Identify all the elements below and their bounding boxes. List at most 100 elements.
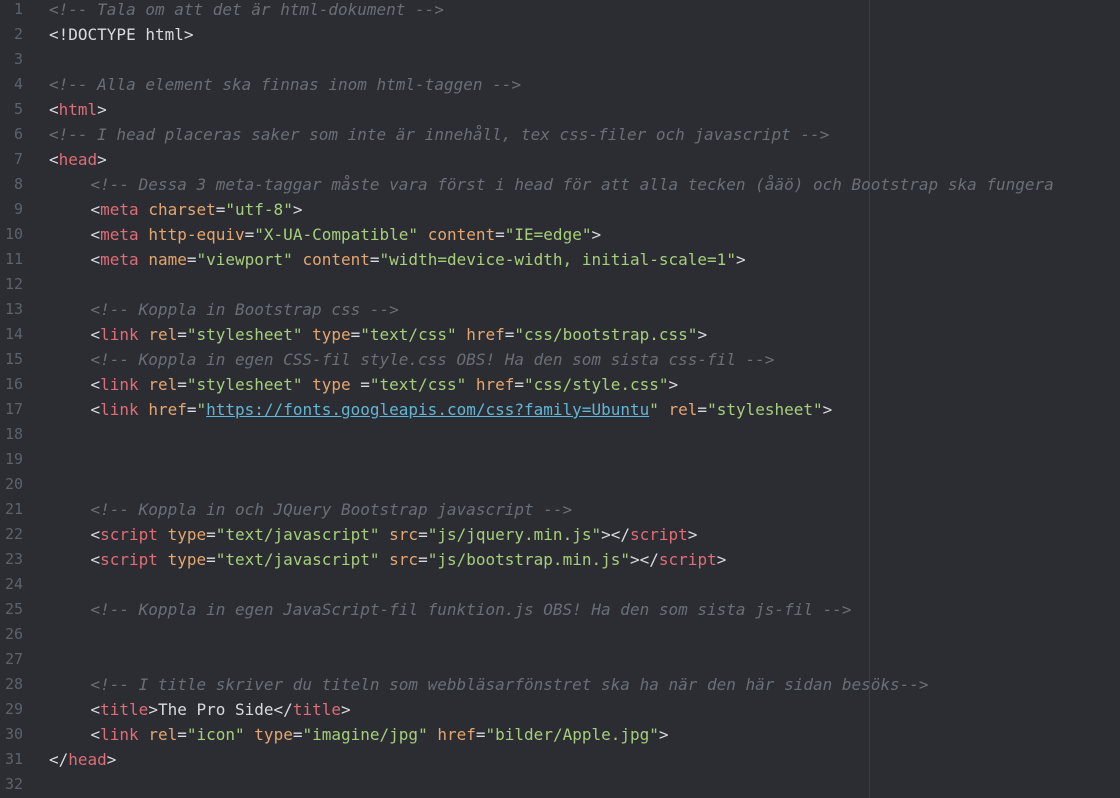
code-line[interactable]: 25 <!-- Koppla in egen JavaScript-fil fun… (0, 597, 1120, 622)
punctuation-token: = (697, 400, 708, 419)
code-line[interactable]: 4 <!-- Alla element ska finnas inom html-… (0, 72, 1120, 97)
punctuation-token: = (206, 525, 216, 544)
line-number: 12 (4, 275, 23, 293)
punctuation-token: > (716, 550, 727, 569)
attribute-token: type (167, 525, 207, 544)
text-token: <!DOCTYPE html> (49, 25, 194, 44)
code-line[interactable]: 6 <!-- I head placeras saker som inte är … (0, 122, 1120, 147)
code-line[interactable]: 23 <script type="text/javascript" src="js… (0, 547, 1120, 572)
code-line[interactable]: 1 <!-- Tala om att det är html-dokument -… (0, 0, 1120, 22)
code-line[interactable]: 2 <!DOCTYPE html> (0, 22, 1120, 47)
punctuation-token: < (90, 525, 101, 544)
attribute-token: href (148, 400, 187, 419)
punctuation-token: < (90, 250, 101, 269)
tag-name-token: script (100, 525, 158, 544)
string-token: "js/bootstrap.min.js" (427, 550, 630, 569)
punctuation-token (139, 725, 149, 744)
line-number: 28 (4, 675, 23, 693)
code-line[interactable]: 16 <link rel="stylesheet" type ="text/css… (0, 372, 1120, 397)
string-token: "viewport" (196, 250, 293, 269)
line-number: 17 (4, 400, 23, 418)
code-content: <head> (49, 147, 107, 172)
tag-name-token: title (100, 700, 149, 719)
code-content: <!-- Dessa 3 meta-taggar måste vara förs… (91, 172, 1054, 197)
code-line[interactable]: 13 <!-- Koppla in Bootstrap css --> (0, 297, 1120, 322)
code-content: <!-- Tala om att det är html-dokument --… (49, 0, 444, 22)
line-number: 3 (13, 50, 23, 68)
punctuation-token: < (90, 700, 101, 719)
line-number: 2 (13, 25, 23, 43)
code-line[interactable]: 32 (0, 772, 1120, 797)
punctuation-token (428, 725, 438, 744)
punctuation-token (302, 375, 312, 394)
code-line[interactable]: 27 (0, 647, 1120, 672)
string-token: "stylesheet" (186, 325, 303, 344)
code-line[interactable]: 28 <!-- I title skriver du titeln som web… (0, 672, 1120, 697)
punctuation-token: > (697, 325, 708, 344)
code-line[interactable]: 20 (0, 472, 1120, 497)
code-line[interactable]: 5 <html> (0, 97, 1120, 122)
line-number: 7 (13, 150, 23, 168)
line-number: 23 (4, 550, 23, 568)
code-line[interactable]: 31 </head> (0, 747, 1120, 772)
code-content: <!-- Koppla in och JQuery Bootstrap java… (91, 497, 573, 522)
code-line[interactable]: 12 (0, 272, 1120, 297)
punctuation-token (139, 225, 149, 244)
code-line[interactable]: 26 (0, 622, 1120, 647)
punctuation-token (139, 400, 149, 419)
code-content: <!-- I head placeras saker som inte är i… (49, 122, 829, 147)
code-line[interactable]: 21 <!-- Koppla in och JQuery Bootstrap ja… (0, 497, 1120, 522)
line-number: 5 (13, 100, 23, 118)
code-line[interactable]: 10 <meta http-equiv="X-UA-Compatible" con… (0, 222, 1120, 247)
attribute-token: http-equiv (148, 225, 245, 244)
code-line[interactable]: 30 <link rel="icon" type="imagine/jpg" hr… (0, 722, 1120, 747)
code-content: <html> (49, 97, 107, 122)
punctuation-token (293, 250, 303, 269)
code-content: </head> (49, 747, 116, 772)
code-line[interactable]: 19 (0, 447, 1120, 472)
code-content: <!-- Alla element ska finnas inom html-t… (49, 72, 521, 97)
code-line[interactable]: 7 <head> (0, 147, 1120, 172)
punctuation-token (466, 375, 476, 394)
punctuation-token (659, 400, 669, 419)
punctuation-token: < (90, 375, 101, 394)
punctuation-token: = (418, 550, 428, 569)
code-line[interactable]: 29 <title>The Pro Side</title> (0, 697, 1120, 722)
code-lines[interactable]: 1 <!-- Tala om att det är html-dokument -… (0, 0, 1120, 797)
line-number: 8 (13, 175, 23, 193)
line-number: 1 (13, 0, 23, 18)
punctuation-token: </ (273, 700, 293, 719)
code-line[interactable]: 22 <script type="text/javascript" src="js… (0, 522, 1120, 547)
code-line[interactable]: 14 <link rel="stylesheet" type="text/css"… (0, 322, 1120, 347)
attribute-token: href (437, 725, 476, 744)
code-line[interactable]: 8 <!-- Dessa 3 meta-taggar måste vara för… (0, 172, 1120, 197)
code-line[interactable]: 9 <meta charset="utf-8"> (0, 197, 1120, 222)
punctuation-token (139, 325, 149, 344)
url-link[interactable]: https://fonts.googleapis.com/css?family=… (206, 400, 649, 419)
code-line[interactable]: 18 (0, 422, 1120, 447)
attribute-token: src (389, 525, 419, 544)
code-line[interactable]: 24 (0, 572, 1120, 597)
string-token: "bilder/Apple.jpg" (485, 725, 659, 744)
code-content: <meta http-equiv="X-UA-Compatible" conte… (91, 222, 602, 247)
line-number: 10 (4, 225, 23, 243)
string-token: "stylesheet" (186, 375, 303, 394)
string-token: "css/style.css" (524, 375, 669, 394)
code-line[interactable]: 3 (0, 47, 1120, 72)
tag-name-token: script (658, 550, 717, 569)
punctuation-token: > (97, 100, 107, 119)
punctuation-token: > (668, 375, 679, 394)
string-token: "imagine/jpg" (302, 725, 428, 744)
punctuation-token: < (90, 400, 101, 419)
code-line[interactable]: 11 <meta name="viewport" content="width=d… (0, 247, 1120, 272)
comment-token: <!-- Alla element ska finnas inom html-t… (49, 75, 522, 94)
tag-name-token: meta (100, 250, 139, 269)
comment-token: <!-- Koppla in Bootstrap css --> (90, 300, 399, 319)
code-line[interactable]: 15 <!-- Koppla in egen CSS-fil style.css … (0, 347, 1120, 372)
code-editor[interactable]: 1 <!-- Tala om att det är html-dokument -… (0, 0, 1120, 798)
line-number: 15 (4, 350, 23, 368)
line-number: 32 (4, 775, 23, 793)
code-line[interactable]: 17 <link href = "https://fonts.googleapis.c… (0, 397, 1120, 422)
punctuation-token: = (350, 375, 370, 394)
comment-token: <!-- I head placeras saker som inte är i… (49, 125, 830, 144)
